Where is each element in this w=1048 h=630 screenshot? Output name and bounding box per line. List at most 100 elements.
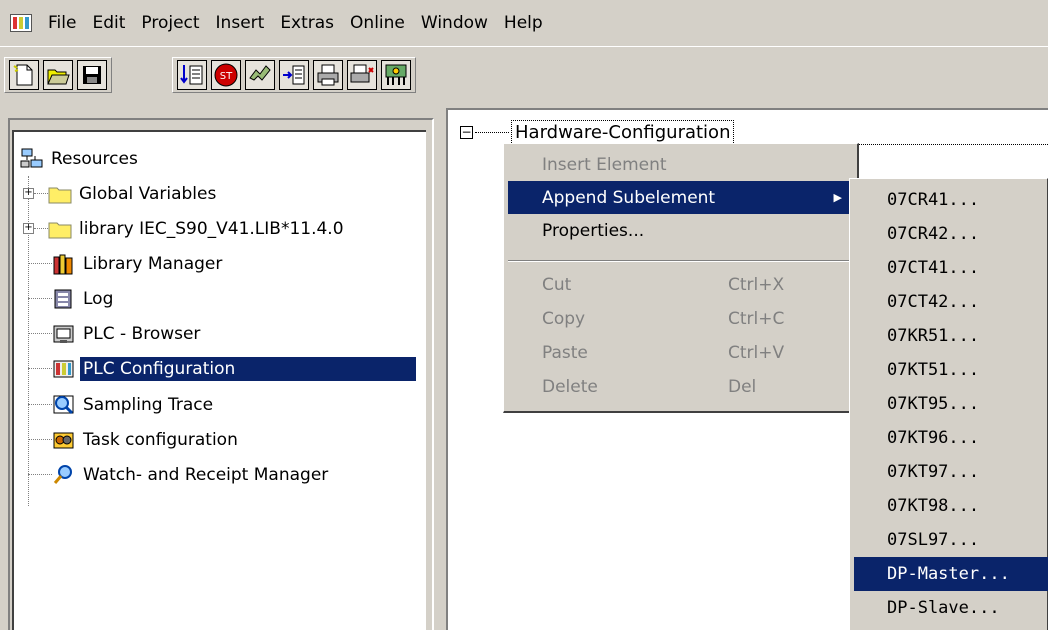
step-button[interactable] <box>279 60 309 90</box>
submenu-item-07ct41[interactable]: 07CT41... <box>854 251 1048 285</box>
menu-item-shortcut: Ctrl+X <box>728 274 785 295</box>
tree-item-global-variables[interactable]: Global Variables <box>48 178 219 210</box>
save-button[interactable] <box>77 60 107 90</box>
menu-item-copy[interactable]: Copy Ctrl+C <box>508 302 854 335</box>
menu-item-label: Properties... <box>542 220 645 241</box>
tree-item-sampling-trace[interactable]: Sampling Trace <box>52 389 216 421</box>
menu-item-label: Insert Element <box>542 154 667 175</box>
submenu-item-07sl97[interactable]: 07SL97... <box>854 523 1048 557</box>
download-button[interactable] <box>177 60 207 90</box>
open-icon <box>47 69 70 85</box>
append-subelement-submenu: 07CR41... 07CR42... 07CT41... 07CT42... … <box>849 178 1048 630</box>
tree-item-library[interactable]: library IEC_S90_V41.LIB*11.4.0 <box>48 213 347 245</box>
menu-item-label: Copy <box>542 308 586 329</box>
expand-icon[interactable]: + <box>23 223 34 234</box>
magnifier-chart-icon <box>52 394 76 416</box>
tree-label: Log <box>83 289 114 309</box>
menu-item-insert-element[interactable]: Insert Element <box>508 148 854 181</box>
tree-root-resources[interactable]: Resources <box>20 143 141 175</box>
menu-bar: File Edit Project Insert Extras Online W… <box>0 0 1048 46</box>
stop-icon: ST <box>214 63 238 87</box>
toolbar-group-file <box>4 57 112 93</box>
menu-online[interactable]: Online <box>342 0 413 46</box>
config-root-row[interactable]: − Hardware-Configuration <box>460 118 735 146</box>
app-icon[interactable] <box>10 14 32 32</box>
menu-item-append-subelement[interactable]: Append Subelement ▶ <box>508 181 854 214</box>
tree-item-log[interactable]: Log <box>52 283 116 315</box>
menu-item-label: Paste <box>542 342 588 363</box>
menu-separator <box>508 260 854 262</box>
task-icon <box>52 429 76 451</box>
toolbar: ST <box>0 46 1048 104</box>
menu-item-label: Cut <box>542 274 572 295</box>
menu-item-delete[interactable]: Delete Del <box>508 370 854 403</box>
menu-item-label: Append Subelement <box>542 187 716 208</box>
tree-label: Watch- and Receipt Manager <box>83 465 329 485</box>
plc-config-icon <box>52 358 76 380</box>
submenu-arrow-icon: ▶ <box>833 191 842 204</box>
books-icon <box>52 253 76 275</box>
tree-label: library IEC_S90_V41.LIB*11.4.0 <box>79 219 344 239</box>
print-preview-button[interactable] <box>347 60 377 90</box>
submenu-item-07kr51[interactable]: 07KR51... <box>854 319 1048 353</box>
folder-icon <box>48 183 72 205</box>
log-icon <box>52 288 76 310</box>
menu-item-paste[interactable]: Paste Ctrl+V <box>508 336 854 369</box>
submenu-item-07kt96[interactable]: 07KT96... <box>854 421 1048 455</box>
menu-item-shortcut: Ctrl+V <box>728 342 785 363</box>
submenu-item-07cr42[interactable]: 07CR42... <box>854 217 1048 251</box>
menu-insert[interactable]: Insert <box>208 0 273 46</box>
submenu-item-dp-slave[interactable]: DP-Slave... <box>854 591 1048 625</box>
print-preview-icon <box>350 64 374 83</box>
menu-window[interactable]: Window <box>413 0 496 46</box>
context-menu: Insert Element Append Subelement ▶ Prope… <box>503 143 859 413</box>
browser-icon <box>52 323 76 345</box>
tree-label: Task configuration <box>83 430 238 450</box>
tree-label: Global Variables <box>79 184 217 204</box>
svg-text:ST: ST <box>220 71 233 82</box>
menu-item-properties[interactable]: Properties... <box>508 214 854 247</box>
run-icon <box>249 65 271 81</box>
expand-icon[interactable]: + <box>23 188 34 199</box>
menu-help[interactable]: Help <box>496 0 551 46</box>
tree-label: Resources <box>51 149 138 169</box>
download-icon <box>180 65 203 85</box>
open-button[interactable] <box>43 60 73 90</box>
tree-item-plc-browser[interactable]: PLC - Browser <box>52 318 203 350</box>
hardware-icon <box>385 64 407 85</box>
submenu-item-07kt98[interactable]: 07KT98... <box>854 489 1048 523</box>
menu-edit[interactable]: Edit <box>84 0 133 46</box>
tree-item-library-manager[interactable]: Library Manager <box>52 248 225 280</box>
menu-extras[interactable]: Extras <box>272 0 342 46</box>
submenu-item-dp-master[interactable]: DP-Master... <box>854 557 1048 591</box>
tree-label: PLC Configuration <box>80 357 416 381</box>
tree-item-plc-configuration[interactable]: PLC Configuration <box>52 353 416 385</box>
tree-label: PLC - Browser <box>83 324 201 344</box>
run-button[interactable] <box>245 60 275 90</box>
menu-item-label: Delete <box>542 376 598 397</box>
submenu-item-07kt97[interactable]: 07KT97... <box>854 455 1048 489</box>
stop-button[interactable]: ST <box>211 60 241 90</box>
magnifier-icon <box>52 464 76 486</box>
print-icon <box>317 64 339 86</box>
menu-item-cut[interactable]: Cut Ctrl+X <box>508 268 854 301</box>
print-button[interactable] <box>313 60 343 90</box>
step-icon <box>283 65 305 85</box>
tree-item-task-configuration[interactable]: Task configuration <box>52 424 241 456</box>
resources-tree: Resources + Global Variables + library I… <box>12 130 426 630</box>
toolbar-group-online: ST <box>172 57 416 93</box>
submenu-item-07cr41[interactable]: 07CR41... <box>854 183 1048 217</box>
menu-file[interactable]: File <box>40 0 84 46</box>
hardware-button[interactable] <box>381 60 411 90</box>
menu-project[interactable]: Project <box>133 0 207 46</box>
menu-item-shortcut: Del <box>728 376 757 397</box>
network-icon <box>20 148 44 170</box>
submenu-item-07ct42[interactable]: 07CT42... <box>854 285 1048 319</box>
collapse-icon[interactable]: − <box>460 125 473 139</box>
menu-item-shortcut: Ctrl+C <box>728 308 785 329</box>
tree-label: Library Manager <box>83 254 223 274</box>
submenu-item-07kt95[interactable]: 07KT95... <box>854 387 1048 421</box>
tree-item-watch-receipt-manager[interactable]: Watch- and Receipt Manager <box>52 459 331 491</box>
new-button[interactable] <box>9 60 39 90</box>
submenu-item-07kt51[interactable]: 07KT51... <box>854 353 1048 387</box>
